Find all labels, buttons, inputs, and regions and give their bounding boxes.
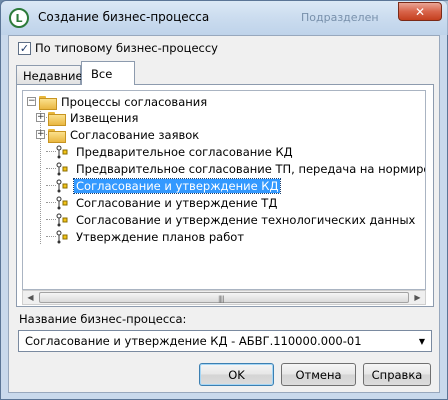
tree-node-label: Предварительное согласование ТП, передач… xyxy=(76,161,426,176)
help-button-label: Справка xyxy=(371,367,423,382)
typical-process-checkbox-label: По типовому бизнес-процессу xyxy=(35,41,218,55)
folder-icon xyxy=(48,128,66,143)
workflow-icon xyxy=(55,162,68,176)
workflow-icon xyxy=(55,196,68,210)
scrollbar-thumb[interactable]: |||| xyxy=(39,292,409,303)
tree-node-process[interactable]: Утверждение планов работ xyxy=(55,228,246,245)
tree-node-folder[interactable]: + Согласование заявок xyxy=(36,126,201,143)
dialog-body: ✓ По типовому бизнес-процессу Недавние В… xyxy=(8,35,440,393)
tree-node-label: Извещения xyxy=(70,110,139,125)
tree-node-label: Утверждение планов работ xyxy=(76,229,245,244)
tab-recent-label: Недавние xyxy=(23,69,83,83)
workflow-icon xyxy=(55,179,68,193)
background-ghost-text: Подразделен xyxy=(301,11,379,24)
expand-icon[interactable]: + xyxy=(36,113,45,122)
tree-node-label: Согласование заявок xyxy=(70,127,200,142)
workflow-icon xyxy=(55,145,68,159)
scroll-left-icon[interactable]: ◀ xyxy=(23,291,38,304)
process-name-value: Согласование и утверждение КД - АБВГ.110… xyxy=(25,334,362,348)
folder-icon xyxy=(48,111,66,126)
tree-node-process[interactable]: Предварительное согласование КД xyxy=(55,143,295,160)
folder-open-icon xyxy=(39,95,57,110)
tree-node-process-selected[interactable]: Согласование и утверждение КД xyxy=(55,177,282,194)
app-logo-icon: L xyxy=(9,8,29,28)
dialog-window: L Создание бизнес-процесса Подразделен ✕… xyxy=(0,0,448,400)
cancel-button-label: Отмена xyxy=(295,367,342,382)
tab-panel-all: − Процессы согласования + Извещения + Со… xyxy=(16,84,434,307)
tree-node-folder[interactable]: + Извещения xyxy=(36,109,140,126)
ok-button-label: OK xyxy=(228,367,245,382)
tab-recent[interactable]: Недавние xyxy=(16,65,83,86)
help-button[interactable]: Справка xyxy=(363,363,431,386)
expand-icon[interactable]: + xyxy=(36,130,45,139)
tree-node-label: Согласование и утверждение технологическ… xyxy=(76,212,416,227)
collapse-icon[interactable]: − xyxy=(27,97,36,106)
title-bar[interactable]: L Создание бизнес-процесса Подразделен ✕ xyxy=(1,1,447,35)
grip-icon: |||| xyxy=(218,295,225,303)
tree-node-process[interactable]: Согласование и утверждение технологическ… xyxy=(55,211,417,228)
horizontal-scrollbar[interactable]: ◀ |||| ▶ xyxy=(22,290,426,305)
typical-process-checkbox[interactable]: ✓ xyxy=(18,41,31,55)
tab-all-label: Все xyxy=(91,67,113,81)
tree-node-process[interactable]: Предварительное согласование ТП, передач… xyxy=(55,160,426,177)
scroll-right-icon[interactable]: ▶ xyxy=(410,291,425,304)
workflow-icon xyxy=(55,230,68,244)
tab-all[interactable]: Все xyxy=(81,61,135,85)
window-title: Создание бизнес-процесса xyxy=(38,10,210,24)
tree-node-label: Предварительное согласование КД xyxy=(76,144,293,159)
ok-button[interactable]: OK xyxy=(199,363,274,386)
process-tree[interactable]: − Процессы согласования + Извещения + Со… xyxy=(22,90,426,290)
workflow-icon xyxy=(55,213,68,227)
chevron-down-icon[interactable]: ▼ xyxy=(415,333,429,349)
tree-node-label: Согласование и утверждение ТД xyxy=(76,195,278,210)
tree-node-label: Согласование и утверждение КД xyxy=(72,177,282,194)
tree-node-label: Процессы согласования xyxy=(61,94,208,109)
process-name-combobox[interactable]: Согласование и утверждение КД - АБВГ.110… xyxy=(18,330,432,352)
close-icon: ✕ xyxy=(414,4,426,19)
tree-node-root[interactable]: − Процессы согласования xyxy=(27,93,209,110)
cancel-button[interactable]: Отмена xyxy=(281,363,356,386)
typical-process-checkbox-row[interactable]: ✓ По типовому бизнес-процессу xyxy=(18,41,218,55)
tree-node-process[interactable]: Согласование и утверждение ТД xyxy=(55,194,279,211)
close-button[interactable]: ✕ xyxy=(398,2,442,21)
process-name-label: Название бизнес-процесса: xyxy=(19,312,187,326)
